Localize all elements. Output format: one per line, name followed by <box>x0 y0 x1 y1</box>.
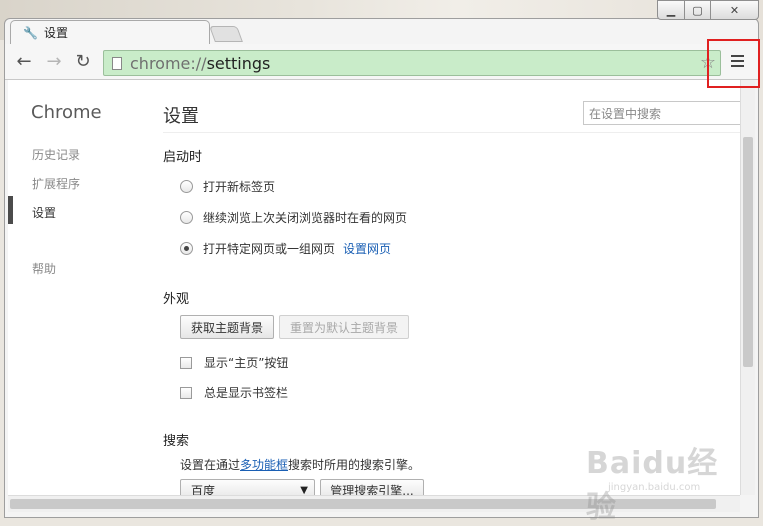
close-window-button[interactable]: ✕ <box>711 0 759 20</box>
maximize-icon: ▢ <box>692 3 703 17</box>
close-icon: ✕ <box>729 3 740 17</box>
desc-prefix: 设置在通过 <box>180 458 241 472</box>
tab-settings[interactable]: 🔧 设置 <box>10 20 210 44</box>
minimize-button[interactable]: ▁ <box>657 0 685 20</box>
show-bookmarks-bar-option[interactable]: 总是显示书签栏 <box>180 384 288 401</box>
wrench-icon: 🔧 <box>23 25 38 40</box>
sidebar-item-history[interactable]: 历史记录 <box>32 146 80 163</box>
divider <box>163 132 740 133</box>
forward-button[interactable]: → <box>43 50 65 72</box>
omnibox-link[interactable]: 多功能框 <box>240 458 288 472</box>
page-title: 设置 <box>163 106 199 127</box>
sidebar-item-extensions[interactable]: 扩展程序 <box>32 175 80 192</box>
checkbox[interactable] <box>180 356 192 369</box>
toolbar: ← → ↻ chrome://settings ☆ <box>5 44 758 80</box>
tab-title: 设置 <box>43 26 68 40</box>
sidebar-item-help[interactable]: 帮助 <box>32 260 56 277</box>
option-label: 打开新标签页 <box>203 180 276 194</box>
menu-highlight-box <box>707 39 760 88</box>
radio-button[interactable] <box>180 180 193 193</box>
vertical-scroll-thumb[interactable] <box>743 137 753 367</box>
radio-button-selected[interactable] <box>180 242 193 255</box>
settings-page: Chrome 历史记录 扩展程序 设置 帮助 设置 在设置中搜索 启动时 打开新… <box>8 80 740 495</box>
selected-engine: 百度 <box>191 483 216 496</box>
vertical-scrollbar[interactable] <box>740 80 755 495</box>
back-arrow-icon: ← <box>16 50 32 72</box>
omnibox[interactable]: chrome://settings ☆ <box>103 50 721 76</box>
baidu-watermark: Baidu经验 jingyan.baidu.com <box>586 438 736 525</box>
search-section-title: 搜索 <box>163 434 190 449</box>
startup-option-specific-pages[interactable]: 打开特定网页或一组网页 设置网页 <box>180 240 391 257</box>
sidebar: Chrome 历史记录 扩展程序 设置 帮助 <box>8 80 158 495</box>
radio-button[interactable] <box>180 211 193 224</box>
watermark-sub: jingyan.baidu.com <box>608 482 701 493</box>
set-pages-link[interactable]: 设置网页 <box>343 240 391 257</box>
new-tab-button[interactable] <box>209 26 243 42</box>
settings-search-input[interactable]: 在设置中搜索 <box>583 101 740 125</box>
reload-button[interactable]: ↻ <box>72 50 94 72</box>
url-text: chrome://settings <box>130 54 270 73</box>
window-controls: ▁ ▢ ✕ <box>657 0 759 20</box>
show-home-button-option[interactable]: 显示“主页”按钮 <box>180 354 288 371</box>
url-scheme: chrome:// <box>130 53 207 73</box>
sidebar-item-settings[interactable]: 设置 <box>32 204 56 221</box>
get-themes-button[interactable]: 获取主题背景 <box>180 315 274 339</box>
appearance-section-title: 外观 <box>163 292 190 307</box>
desc-suffix: 搜索时所用的搜索引擎。 <box>288 458 421 472</box>
search-description: 设置在通过多功能框搜索时所用的搜索引擎。 <box>180 456 420 473</box>
startup-section-title: 启动时 <box>163 150 203 165</box>
startup-option-new-tab[interactable]: 打开新标签页 <box>180 178 275 195</box>
sidebar-brand: Chrome <box>31 102 102 123</box>
option-label: 打开特定网页或一组网页 <box>203 242 336 256</box>
option-label: 显示“主页”按钮 <box>204 356 289 370</box>
reset-theme-button[interactable]: 重置为默认主题背景 <box>279 315 409 339</box>
startup-option-continue[interactable]: 继续浏览上次关闭浏览器时在看的网页 <box>180 209 407 226</box>
back-button[interactable]: ← <box>13 50 35 72</box>
settings-main: 设置 在设置中搜索 启动时 打开新标签页 继续浏览上次关闭浏览器时在看的网页 打… <box>163 80 740 495</box>
checkbox[interactable] <box>180 386 192 399</box>
forward-arrow-icon: → <box>46 50 62 72</box>
page-icon <box>112 56 122 70</box>
minimize-icon: ▁ <box>666 3 676 17</box>
active-indicator <box>8 196 13 224</box>
manage-search-engines-button[interactable]: 管理搜索引擎... <box>320 479 424 495</box>
option-label: 总是显示书签栏 <box>204 386 289 400</box>
dropdown-arrow-icon: ▼ <box>300 485 308 495</box>
option-label: 继续浏览上次关闭浏览器时在看的网页 <box>203 211 408 225</box>
url-path: settings <box>206 53 271 73</box>
search-engine-select[interactable]: 百度 ▼ <box>180 479 315 495</box>
reload-icon: ↻ <box>75 50 91 72</box>
maximize-button[interactable]: ▢ <box>685 0 711 20</box>
